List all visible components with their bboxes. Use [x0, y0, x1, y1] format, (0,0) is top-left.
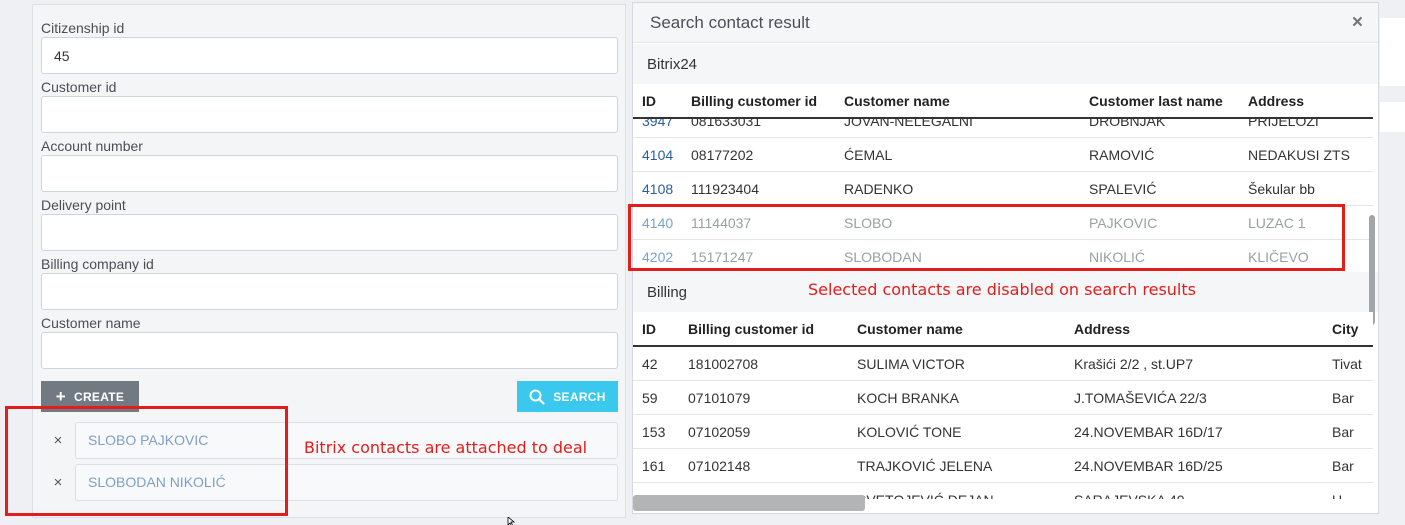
billing-customer-id: 08177202	[691, 147, 754, 163]
background-card	[1380, 18, 1405, 86]
table-row[interactable]: 161 07102148 TRAJKOVIĆ JELENA 24.NOVEMBA…	[633, 449, 1373, 483]
city: Bar	[1332, 458, 1354, 474]
annotation-disabled-note: Selected contacts are disabled on search…	[808, 280, 1196, 299]
address: 24.NOVEMBAR 16D/25	[1074, 458, 1223, 474]
customer-name: ĆEMAL	[844, 147, 893, 163]
address: J.TOMAŠEVIĆA 22/3	[1074, 390, 1207, 406]
customer-name: SVETOJEVIĆ DEJAN	[857, 483, 994, 499]
annotation-box-disabled-rows	[628, 204, 1345, 271]
horizontal-scrollbar[interactable]	[633, 495, 865, 511]
city: Bar	[1332, 424, 1354, 440]
col-id: ID	[642, 321, 656, 337]
city: Tivat	[1332, 356, 1362, 372]
address: NEDAKUSI ZTS	[1248, 147, 1350, 163]
search-button[interactable]: SEARCH	[517, 381, 618, 412]
delivery-point-input[interactable]	[41, 214, 618, 251]
col-customer-name: Customer name	[844, 93, 950, 109]
account-number-input[interactable]	[41, 155, 618, 192]
customer-name: KOLOVIĆ TONE	[857, 424, 962, 440]
col-billing-customer-id: Billing customer id	[688, 321, 815, 337]
customer-name: KOCH BRANKA	[857, 390, 959, 406]
contact-id-link[interactable]: 4104	[642, 138, 673, 172]
billing-customer-id: 111923404	[691, 181, 759, 197]
billing-company-id-label: Billing company id	[41, 256, 154, 272]
billing-customer-id: 07102148	[688, 458, 751, 474]
col-address: Address	[1074, 321, 1131, 337]
delivery-point-label: Delivery point	[41, 197, 126, 213]
table-row[interactable]: 42 181002708 SULIMA VICTOR Krašići 2/2 ,…	[633, 347, 1373, 381]
billing-company-id-input[interactable]	[41, 273, 618, 310]
annotation-attached-note: Bitrix contacts are attached to deal	[304, 438, 588, 457]
col-customer-name: Customer name	[857, 321, 963, 337]
billing-customer-id: 07102059	[688, 424, 751, 440]
col-city: City	[1332, 321, 1359, 337]
customer-id-label: Customer id	[41, 79, 117, 95]
account-number-label: Account number	[41, 138, 143, 154]
col-address: Address	[1248, 93, 1305, 109]
city: U	[1332, 483, 1342, 499]
bitrix-section-title: Bitrix24	[633, 44, 1378, 84]
address: Krašići 2/2 , st.UP7	[1074, 356, 1194, 372]
billing-customer-id: 181002708	[688, 356, 759, 372]
billing-id: 42	[642, 356, 658, 372]
annotation-box-attached-contacts	[5, 406, 288, 516]
billing-id: 161	[642, 458, 666, 474]
customer-last-name: SPALEVIĆ	[1089, 181, 1157, 197]
table-row[interactable]: 4108 111923404 RADENKO SPALEVIĆ Šekular …	[633, 172, 1373, 206]
mouse-cursor-icon	[507, 517, 516, 525]
address: SARAJEVSKA 40	[1074, 483, 1185, 499]
col-id: ID	[642, 93, 656, 109]
search-icon	[529, 389, 545, 405]
customer-name: RADENKO	[844, 181, 914, 197]
dialog-header: Search contact result ×	[633, 3, 1378, 43]
contact-id-link[interactable]: 4108	[642, 172, 673, 206]
search-button-label: SEARCH	[553, 389, 606, 404]
col-customer-last-name: Customer last name	[1089, 93, 1223, 109]
citizenship-id-label: Citizenship id	[41, 20, 125, 36]
city: Bar	[1332, 390, 1354, 406]
bitrix-table-header: ID Billing customer id Customer name Cus…	[633, 84, 1373, 119]
vertical-scrollbar[interactable]	[1369, 215, 1375, 325]
customer-name-input[interactable]	[41, 332, 618, 369]
plus-icon: +	[55, 387, 66, 406]
dialog-title: Search contact result	[650, 12, 810, 32]
billing-customer-id: 07101079	[688, 390, 751, 406]
customer-name: SULIMA VICTOR	[857, 356, 965, 372]
billing-id: 59	[642, 390, 658, 406]
table-row[interactable]: 153 07102059 KOLOVIĆ TONE 24.NOVEMBAR 16…	[633, 415, 1373, 449]
customer-last-name: RAMOVIĆ	[1089, 147, 1155, 163]
address: Šekular bb	[1248, 181, 1315, 197]
table-row[interactable]: 59 07101079 KOCH BRANKA J.TOMAŠEVIĆA 22/…	[633, 381, 1373, 415]
col-billing-customer-id: Billing customer id	[691, 93, 818, 109]
customer-id-input[interactable]	[41, 96, 618, 133]
billing-table-header: ID Billing customer id Customer name Add…	[633, 312, 1373, 347]
customer-name-label: Customer name	[41, 315, 141, 331]
citizenship-id-input[interactable]: 45	[41, 37, 618, 74]
table-row[interactable]: 4104 08177202 ĆEMAL RAMOVIĆ NEDAKUSI ZTS	[633, 138, 1373, 172]
billing-results-table: ID Billing customer id Customer name Add…	[633, 312, 1373, 499]
customer-name: TRAJKOVIĆ JELENA	[857, 458, 993, 474]
address: 24.NOVEMBAR 16D/17	[1074, 424, 1223, 440]
billing-id: 153	[642, 424, 666, 440]
background-card	[1380, 102, 1405, 132]
create-button-label: CREATE	[73, 389, 125, 404]
close-icon[interactable]: ×	[1352, 12, 1363, 34]
